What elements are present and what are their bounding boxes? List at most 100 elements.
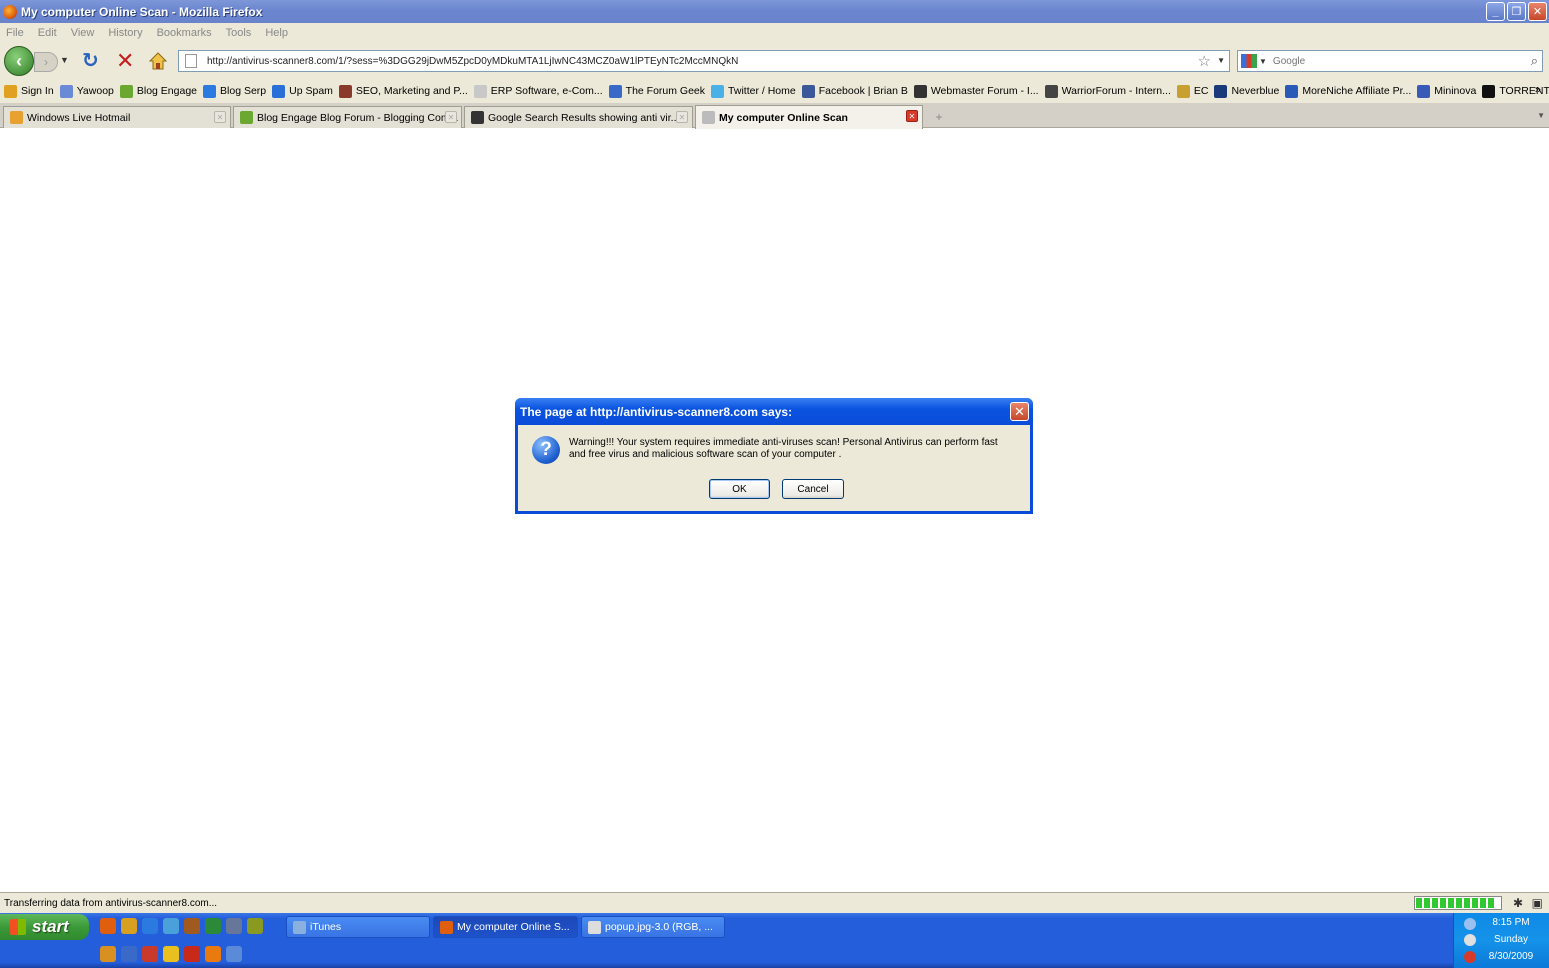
menu-bookmarks[interactable]: Bookmarks [157, 27, 212, 39]
firefox-icon[interactable] [100, 918, 116, 934]
menu-edit[interactable]: Edit [38, 27, 57, 39]
menu-tools[interactable]: Tools [226, 27, 252, 39]
reload-button[interactable]: ↻ [82, 51, 99, 71]
tab-close-icon[interactable]: ✕ [445, 111, 457, 123]
app-icon[interactable] [121, 946, 137, 962]
url-text[interactable]: http://antivirus-scanner8.com/1/?sess=%3… [207, 56, 738, 67]
tab-item[interactable]: My computer Online Scan ✕ [695, 105, 923, 129]
bookmark-item[interactable]: Blog Engage [119, 84, 197, 98]
history-dropdown-icon[interactable]: ▼ [60, 55, 69, 65]
task-app-icon [293, 920, 306, 934]
bookmark-item[interactable]: SEO, Marketing and P... [338, 84, 468, 98]
taskbar-button[interactable]: My computer Online S... [433, 916, 578, 938]
engine-dropdown-icon[interactable]: ▼ [1259, 57, 1267, 66]
window-titlebar[interactable]: My computer Online Scan - Mozilla Firefo… [0, 0, 1549, 23]
bookmark-item[interactable]: Sign In [4, 84, 54, 98]
winamp-icon[interactable] [184, 918, 200, 934]
search-input[interactable] [1272, 55, 1513, 67]
forward-button[interactable]: › [34, 52, 58, 72]
taskbar-button[interactable]: iTunes [286, 916, 430, 938]
forward-arrow-icon: › [44, 55, 48, 69]
dialog-close-button[interactable]: ✕ [1010, 402, 1029, 421]
shield-app-icon[interactable] [142, 946, 158, 962]
url-dropdown-icon[interactable]: ▼ [1217, 56, 1225, 65]
bookmarks-overflow-button[interactable]: » [1535, 84, 1541, 96]
bookmark-item[interactable]: Facebook | Brian B [801, 84, 908, 98]
bookmark-item[interactable]: Neverblue [1214, 84, 1279, 98]
clock-time[interactable]: 8:15 PM [1454, 917, 1549, 928]
bookmark-favicon-icon [4, 84, 17, 98]
bookmark-label: Blog Serp [220, 85, 267, 97]
bookmark-favicon-icon [338, 84, 352, 98]
dreamweaver-icon[interactable] [247, 918, 263, 934]
url-bar[interactable]: http://antivirus-scanner8.com/1/?sess=%3… [178, 50, 1230, 72]
task-label: popup.jpg-3.0 (RGB, ... [605, 921, 713, 933]
back-button[interactable]: ‹ [4, 46, 34, 76]
question-icon: ? [532, 436, 560, 464]
bookmark-item[interactable]: The Forum Geek [608, 84, 705, 98]
minimize-button[interactable]: _ [1486, 2, 1505, 21]
tab-close-icon[interactable]: ✕ [906, 110, 918, 122]
stop-button[interactable]: ✕ [116, 50, 134, 72]
bookmark-item[interactable]: Twitter / Home [711, 84, 796, 98]
menu-view[interactable]: View [71, 27, 95, 39]
bookmark-item[interactable]: Up Spam [272, 84, 333, 98]
ok-button[interactable]: OK [709, 479, 770, 499]
bookmark-favicon-icon [59, 84, 73, 98]
smiley-icon[interactable] [163, 946, 179, 962]
cancel-button[interactable]: Cancel [782, 479, 844, 499]
html-icon[interactable] [205, 918, 221, 934]
vlc-icon[interactable] [205, 946, 221, 962]
bookmark-label: Sign In [21, 85, 54, 97]
bookmark-item[interactable]: MoreNiche Affiliate Pr... [1285, 84, 1411, 98]
ie-icon[interactable] [142, 918, 158, 934]
bookmark-item[interactable]: Yawoop [59, 84, 114, 98]
close-window-button[interactable]: ✕ [1528, 2, 1547, 21]
restore-button[interactable]: ❐ [1507, 2, 1526, 21]
task-label: iTunes [310, 921, 342, 933]
status-tool-icon[interactable]: ▣ [1532, 896, 1543, 910]
bookmark-item[interactable]: Blog Serp [203, 84, 267, 98]
chrome-icon[interactable] [121, 918, 137, 934]
bookmark-item[interactable]: WarriorForum - Intern... [1044, 84, 1171, 98]
taskbar-button[interactable]: popup.jpg-3.0 (RGB, ... [581, 916, 725, 938]
bookmark-item[interactable]: EC [1176, 84, 1208, 98]
menu-history[interactable]: History [108, 27, 142, 39]
bookmark-item[interactable]: Webmaster Forum - I... [913, 84, 1039, 98]
window-title: My computer Online Scan - Mozilla Firefo… [21, 4, 263, 19]
menu-help[interactable]: Help [265, 27, 288, 39]
bookmark-favicon-icon [1285, 84, 1299, 98]
status-bar: Transferring data from antivirus-scanner… [0, 892, 1549, 913]
tab-label: My computer Online Scan [719, 111, 848, 124]
tab-item[interactable]: Blog Engage Blog Forum - Blogging Com...… [233, 106, 462, 128]
tool-icon[interactable] [226, 946, 242, 962]
filezilla-icon[interactable] [184, 946, 200, 962]
media-icon[interactable] [100, 946, 116, 962]
search-icon[interactable]: ⌕ [1531, 53, 1538, 69]
new-tab-button[interactable]: + [928, 108, 950, 126]
menu-file[interactable]: File [6, 27, 24, 39]
tab-close-icon[interactable]: ✕ [214, 111, 226, 123]
bookmark-star-icon[interactable]: ☆ [1198, 52, 1211, 70]
quick-launch-row-1 [100, 918, 263, 934]
google-engine-icon[interactable] [1241, 54, 1257, 68]
bookmark-item[interactable]: Mininova [1417, 84, 1476, 98]
tab-close-icon[interactable]: ✕ [676, 111, 688, 123]
tab-item[interactable]: Windows Live Hotmail ✕ [3, 106, 231, 128]
search-bar[interactable]: ▼ ⌕ [1237, 50, 1543, 72]
start-button[interactable]: start [0, 914, 89, 940]
tab-list-icon[interactable]: ▼ [1537, 111, 1545, 120]
eye-icon[interactable] [226, 918, 242, 934]
bookmark-label: WarriorForum - Intern... [1061, 85, 1171, 97]
tab-favicon-icon [10, 111, 23, 124]
addon-icon[interactable]: ✱ [1513, 896, 1523, 910]
bookmark-item[interactable]: ERP Software, e-Com... [473, 84, 603, 98]
tab-item[interactable]: Google Search Results showing anti vir..… [464, 106, 693, 128]
bookmark-favicon-icon [119, 84, 133, 98]
dialog-titlebar[interactable]: The page at http://antivirus-scanner8.co… [515, 398, 1033, 425]
home-button[interactable] [148, 51, 168, 71]
task-app-icon [440, 920, 453, 934]
clock-day: Sunday [1494, 934, 1528, 945]
network-icon[interactable] [163, 918, 179, 934]
bookmark-favicon-icon [272, 84, 286, 98]
